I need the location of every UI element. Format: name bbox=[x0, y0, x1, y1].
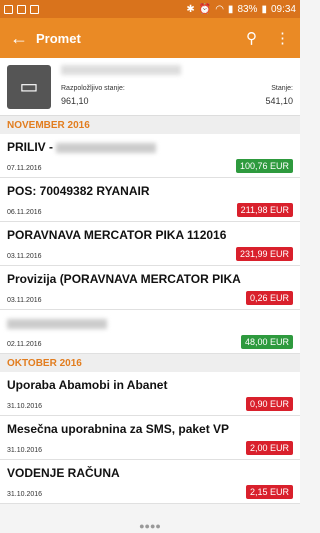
wifi-icon: ◠ bbox=[215, 3, 224, 15]
transaction-amount: 231,99 EUR bbox=[235, 247, 293, 261]
transaction-row[interactable]: Provizija (PORAVNAVA MERCATOR PIKA 03.11.… bbox=[0, 266, 300, 310]
redacted-text bbox=[56, 142, 157, 153]
transaction-date: 02.11.2016 bbox=[7, 341, 42, 348]
transaction-amount: 2,15 EUR bbox=[245, 485, 293, 499]
notification-icon bbox=[4, 4, 13, 14]
wallet-icon: ▭ bbox=[7, 64, 51, 109]
transaction-row[interactable]: Uporaba Abamobi in Abanet 31.10.2016 0,90 … bbox=[0, 372, 300, 416]
notification-icons bbox=[4, 4, 39, 14]
transaction-date: 07.11.2016 bbox=[7, 165, 42, 172]
available-balance-value: 961,10 bbox=[61, 95, 89, 106]
battery-icon: ▮ bbox=[261, 3, 267, 15]
notification-icon bbox=[30, 4, 39, 14]
page-title: Promet bbox=[36, 30, 81, 46]
notification-icon bbox=[17, 4, 26, 14]
transaction-description: VODENJE RAČUNA bbox=[7, 466, 120, 480]
clock: 09:34 bbox=[270, 3, 296, 15]
transaction-date: 31.10.2016 bbox=[7, 403, 43, 410]
more-options-icon[interactable]: ⋮ bbox=[275, 29, 290, 47]
transaction-date: 03.11.2016 bbox=[7, 253, 42, 260]
transaction-amount: 0,90 EUR bbox=[245, 397, 293, 411]
balance-label: Stanje: bbox=[271, 84, 293, 92]
transaction-description: Uporaba Abamobi in Abanet bbox=[7, 378, 168, 392]
transaction-row[interactable]: PORAVNAVA MERCATOR PIKA 112016 03.11.2016… bbox=[0, 222, 300, 266]
transaction-date: 31.10.2016 bbox=[7, 491, 43, 498]
transaction-amount: 48,00 EUR bbox=[240, 335, 293, 349]
app-bar: ← Promet ⚲ ⋮ bbox=[0, 18, 300, 58]
transaction-amount: 100,76 EUR bbox=[235, 159, 293, 173]
month-header: OKTOBER 2016 bbox=[0, 354, 300, 372]
transaction-row[interactable]: 02.11.2016 48,00 EUR bbox=[0, 310, 300, 354]
back-arrow-icon[interactable]: ← bbox=[10, 28, 36, 49]
search-icon[interactable]: ⚲ bbox=[246, 29, 257, 47]
transaction-description bbox=[7, 316, 293, 330]
transaction-amount: 0,26 EUR bbox=[245, 291, 293, 305]
transaction-date: 03.11.2016 bbox=[7, 297, 42, 304]
transaction-description: POS: 70049382 RYANAIR bbox=[7, 184, 150, 198]
month-header: NOVEMBER 2016 bbox=[0, 116, 300, 134]
status-bar: ✱ ⏰ ◠ ▮ 83% ▮ 09:34 bbox=[0, 0, 300, 18]
transaction-list: NOVEMBER 2016 PRILIV - 07.11.2016 100,76 E… bbox=[0, 116, 300, 504]
transaction-date: 31.10.2016 bbox=[7, 447, 43, 454]
account-name-redacted bbox=[61, 64, 181, 75]
transaction-description: Mesečna uporabnina za SMS, paket VP bbox=[7, 422, 230, 436]
available-balance-label: Razpoložljivo stanje: bbox=[61, 84, 125, 92]
transaction-amount: 211,98 EUR bbox=[236, 203, 293, 217]
battery-level: 83% bbox=[237, 3, 258, 15]
transaction-description: PORAVNAVA MERCATOR PIKA 112016 bbox=[7, 228, 227, 242]
transaction-description: PRILIV - bbox=[7, 140, 293, 154]
transaction-amount: 2,00 EUR bbox=[245, 441, 293, 455]
transaction-row[interactable]: POS: 70049382 RYANAIR 06.11.2016 211,98 EU… bbox=[0, 178, 300, 222]
alarm-icon: ⏰ bbox=[198, 3, 212, 15]
redacted-text bbox=[7, 318, 107, 329]
transaction-date: 06.11.2016 bbox=[7, 209, 42, 216]
signal-icon: ▮ bbox=[227, 3, 234, 15]
transaction-description: Provizija (PORAVNAVA MERCATOR PIKA bbox=[7, 272, 241, 286]
account-card[interactable]: ▭ Razpoložljivo stanje: 961,10 Stanje: 5… bbox=[0, 58, 300, 116]
balance-value: 541,10 bbox=[265, 95, 293, 106]
page-indicator: ●●●● bbox=[139, 521, 161, 531]
bluetooth-icon: ✱ bbox=[186, 3, 195, 15]
transaction-row[interactable]: Mesečna uporabnina za SMS, paket VP 31.10… bbox=[0, 416, 300, 460]
transaction-row[interactable]: VODENJE RAČUNA 31.10.2016 2,15 EUR bbox=[0, 460, 300, 504]
transaction-row[interactable]: PRILIV - 07.11.2016 100,76 EUR bbox=[0, 134, 300, 178]
